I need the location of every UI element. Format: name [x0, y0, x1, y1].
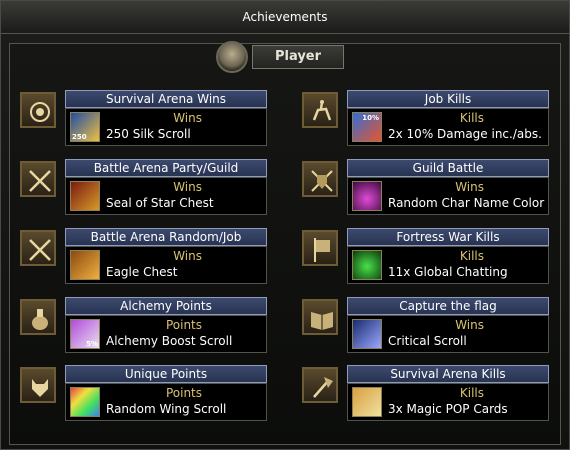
achievement-entry[interactable]: Survival Arena Kills Kills 3x Magic POP Ca… — [302, 365, 552, 425]
reward-box: 250 Wins 250 Silk Scroll — [65, 108, 267, 146]
reward-box: Points Random Wing Scroll — [65, 383, 267, 421]
reward-type: Wins — [455, 180, 484, 194]
achievement-entry[interactable]: Fortress War Kills Kills 11x Global Chatti… — [302, 228, 552, 288]
achievement-entry[interactable]: Capture the flag Wins Critical Scroll — [302, 297, 552, 357]
reward-box: Wins Seal of Star Chest — [65, 177, 267, 215]
eagle-chest-icon[interactable] — [70, 250, 100, 280]
global-chat-icon[interactable] — [352, 250, 382, 280]
tab-player[interactable]: Player — [216, 41, 344, 73]
reward-name: 11x Global Chatting — [388, 265, 508, 279]
reward-type: Kills — [459, 249, 484, 263]
reward-name: 250 Silk Scroll — [106, 127, 191, 141]
achievement-title: Survival Arena Kills — [347, 365, 549, 383]
crossed-swords-icon — [20, 161, 56, 197]
achievement-title: Capture the flag — [347, 297, 549, 315]
achievement-title: Alchemy Points — [65, 297, 267, 315]
reward-icon-tag: 10% — [362, 114, 379, 122]
achievement-title: Battle Arena Party/Guild — [65, 159, 267, 177]
critical-scroll-icon[interactable] — [352, 319, 382, 349]
reward-type: Wins — [455, 318, 484, 332]
achievement-entry[interactable]: Unique Points Points Random Wing Scroll — [20, 365, 270, 425]
reward-name: Random Char Name Color — [388, 196, 545, 210]
reward-type: Wins — [173, 111, 202, 125]
reward-box: 5% Points Alchemy Boost Scroll — [65, 315, 267, 353]
reward-name: Critical Scroll — [388, 334, 467, 348]
wolf-icon — [20, 367, 56, 403]
reward-type: Points — [165, 386, 202, 400]
achievement-title: Job Kills — [347, 90, 549, 108]
reward-box: 10% Kills 2x 10% Damage inc./abs. — [347, 108, 549, 146]
achievement-title: Survival Arena Wins — [65, 90, 267, 108]
reward-icon-tag: 5% — [86, 340, 98, 348]
achievement-entry[interactable]: Job Kills 10% Kills 2x 10% Damage inc./abs. — [302, 90, 552, 150]
damage-scroll-icon[interactable]: 10% — [352, 112, 382, 142]
reward-name: Seal of Star Chest — [106, 196, 214, 210]
reward-type: Wins — [173, 249, 202, 263]
reward-type: Kills — [459, 111, 484, 125]
reward-name: 3x Magic POP Cards — [388, 402, 508, 416]
reward-icon-tag: 250 — [72, 133, 87, 141]
banner-icon — [302, 230, 338, 266]
pop-card-icon[interactable] — [352, 387, 382, 417]
achievement-entry[interactable]: Battle Arena Party/Guild Wins Seal of Star… — [20, 159, 270, 219]
tab-player-label: Player — [252, 45, 344, 69]
achievement-entry[interactable]: Battle Arena Random/Job Wins Eagle Chest — [20, 228, 270, 288]
achievements-window: Achievements Player Survival Arena Wins 2… — [0, 0, 570, 450]
reward-name: Alchemy Boost Scroll — [106, 334, 233, 348]
reward-box: Kills 3x Magic POP Cards — [347, 383, 549, 421]
reward-box: Wins Critical Scroll — [347, 315, 549, 353]
reward-name: Random Wing Scroll — [106, 402, 227, 416]
achievement-entry[interactable]: Guild Battle Wins Random Char Name Color — [302, 159, 552, 219]
achievement-title: Fortress War Kills — [347, 228, 549, 246]
reward-type: Points — [165, 318, 202, 332]
reward-box: Wins Eagle Chest — [65, 246, 267, 284]
reward-name: 2x 10% Damage inc./abs. — [388, 127, 542, 141]
wing-scroll-icon[interactable] — [70, 387, 100, 417]
axe-icon — [302, 367, 338, 403]
medal-icon — [20, 92, 56, 128]
alchemy-scroll-icon[interactable]: 5% — [70, 319, 100, 349]
horse-rider-icon — [302, 92, 338, 128]
achievement-title: Guild Battle — [347, 159, 549, 177]
achievement-entry[interactable]: Alchemy Points 5% Points Alchemy Boost Scro… — [20, 297, 270, 357]
reward-name: Eagle Chest — [106, 265, 178, 279]
reward-type: Wins — [173, 180, 202, 194]
window-title: Achievements — [1, 1, 569, 34]
alchemy-pot-icon — [20, 299, 56, 335]
silk-scroll-icon[interactable]: 250 — [70, 112, 100, 142]
achievement-entry[interactable]: Survival Arena Wins 250 Wins 250 Silk Scrol… — [20, 90, 270, 150]
reward-type: Kills — [459, 386, 484, 400]
achievement-title: Unique Points — [65, 365, 267, 383]
achievement-title: Battle Arena Random/Job — [65, 228, 267, 246]
reward-box: Wins Random Char Name Color — [347, 177, 549, 215]
crossed-swords-icon — [20, 230, 56, 266]
reward-box: Kills 11x Global Chatting — [347, 246, 549, 284]
book-icon — [302, 299, 338, 335]
shield-swords-icon — [302, 161, 338, 197]
star-chest-icon[interactable] — [70, 181, 100, 211]
player-avatar — [216, 41, 248, 73]
potion-icon[interactable] — [352, 181, 382, 211]
